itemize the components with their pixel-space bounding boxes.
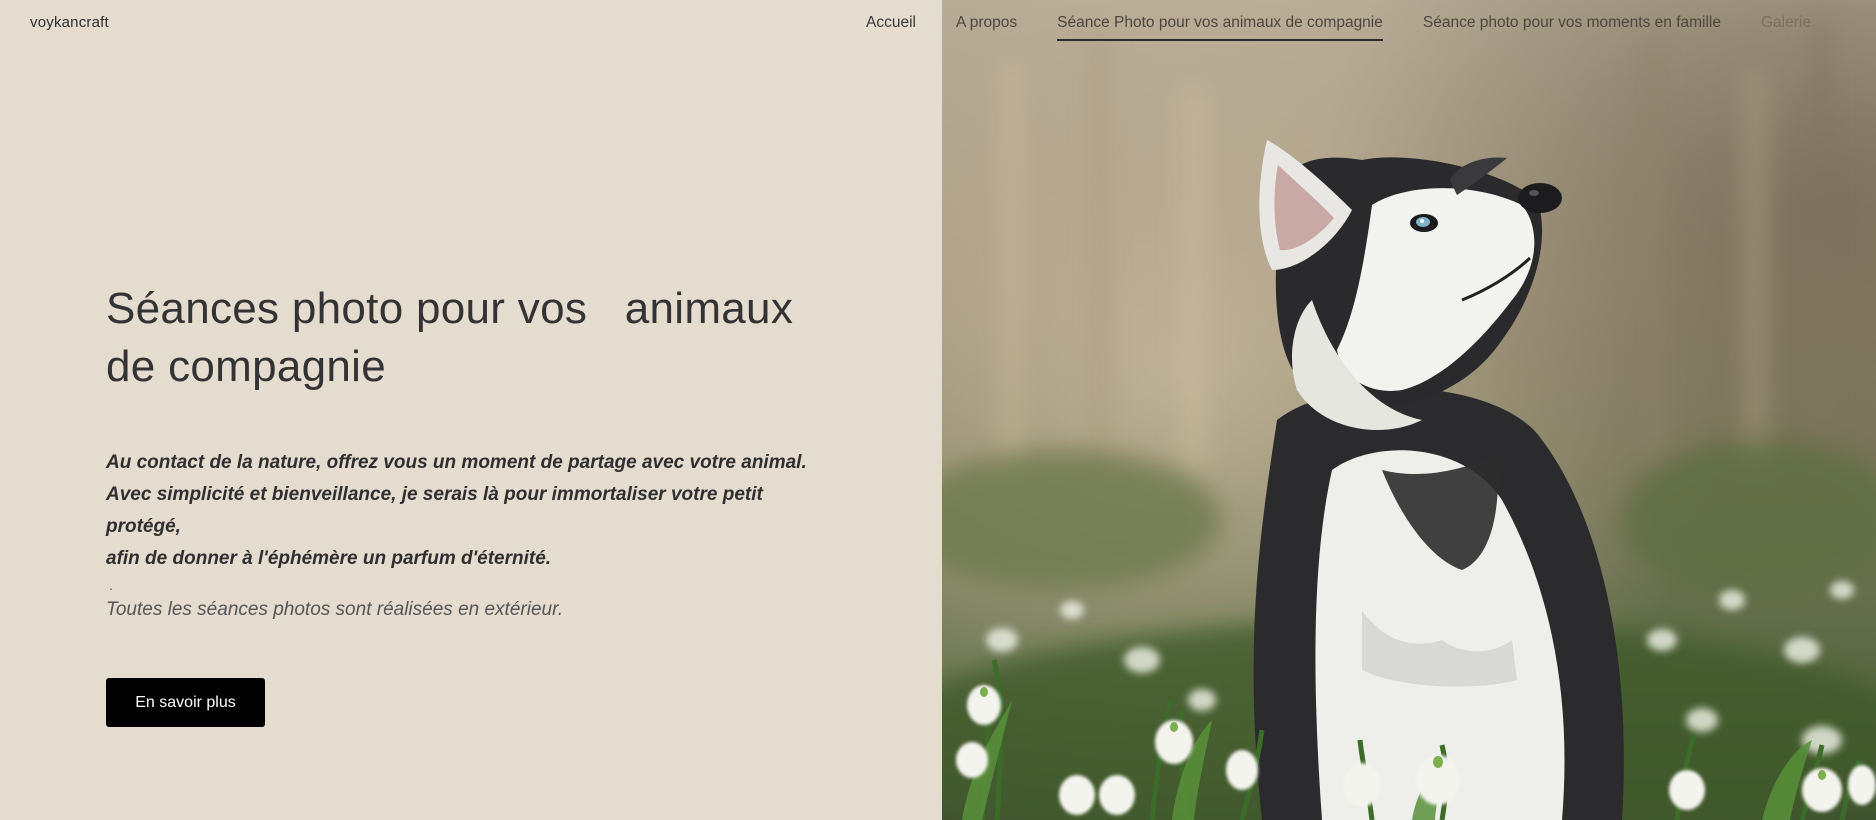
nav-item-a-propos[interactable]: A propos (956, 13, 1017, 41)
hero-line-2: Avec simplicité et bienveillance, je ser… (106, 484, 763, 537)
hero-description: Au contact de la nature, offrez vous un … (106, 447, 826, 625)
hero-note-outdoor: Toutes les séances photos sont réalisées… (106, 599, 563, 620)
nav-item-galerie[interactable]: Galerie (1761, 13, 1811, 41)
husky-puppy-photo (942, 0, 1876, 820)
hero-title: Séances photo pour vos animaux de compag… (106, 284, 806, 391)
main-navigation: Accueil A propos Séance Photo pour vos a… (866, 13, 1876, 41)
nav-item-seance-animaux[interactable]: Séance Photo pour vos animaux de compagn… (1057, 13, 1383, 41)
en-savoir-plus-button[interactable]: En savoir plus (106, 678, 265, 727)
hero-photo-husky-puppy (942, 0, 1876, 820)
hero-line-1: Au contact de la nature, offrez vous un … (106, 452, 807, 473)
site-title-logo[interactable]: voykancraft (30, 14, 109, 31)
nav-item-accueil[interactable]: Accueil (866, 13, 916, 41)
page: voykancraft Accueil A propos Séance Phot… (0, 0, 1876, 820)
nav-item-seance-famille[interactable]: Séance photo pour vos moments en famille (1423, 13, 1721, 41)
